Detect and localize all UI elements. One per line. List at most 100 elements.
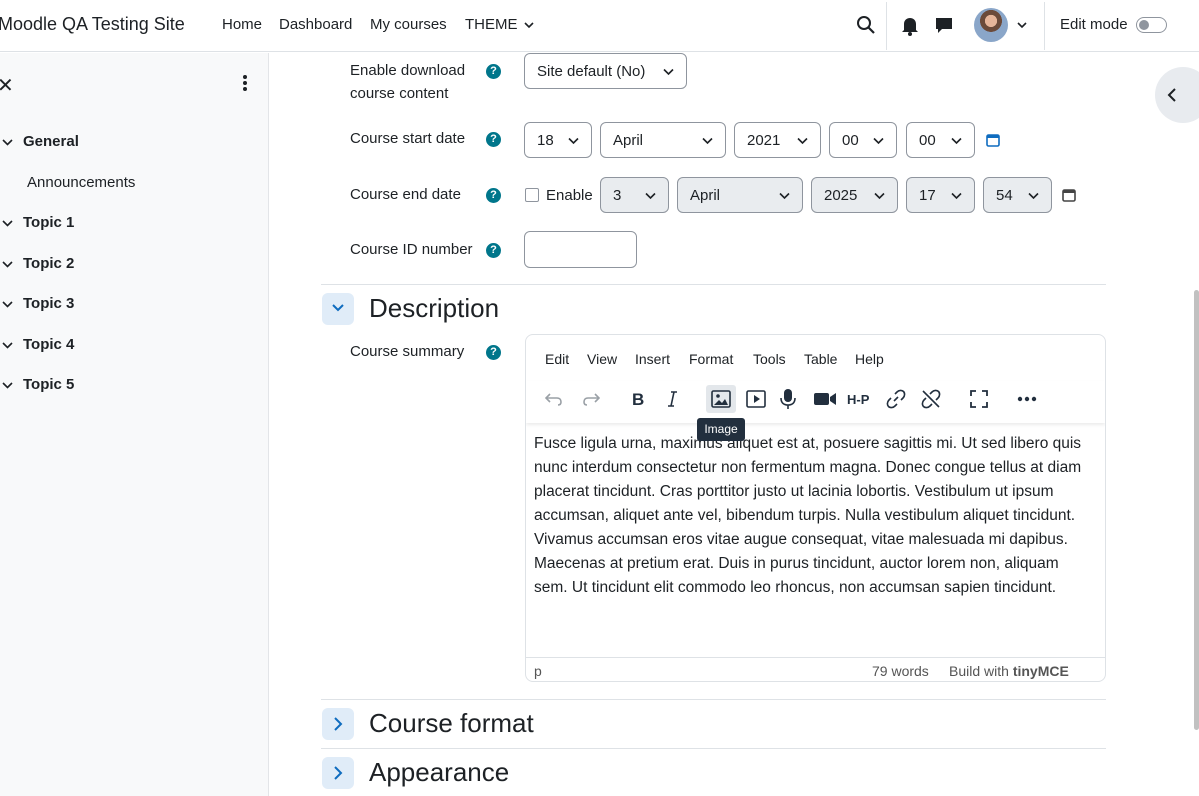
element-path[interactable]: p xyxy=(534,663,542,679)
calendar-icon[interactable] xyxy=(1062,188,1076,202)
menu-tools[interactable]: Tools xyxy=(753,351,786,367)
help-icon[interactable]: ? xyxy=(486,132,501,147)
block-drawer-toggle[interactable] xyxy=(1155,67,1199,123)
end-minute-select[interactable]: 54 xyxy=(983,177,1052,213)
top-navbar: Moodle QA Testing Site Home Dashboard My… xyxy=(0,0,1199,52)
appearance-collapse-toggle[interactable] xyxy=(322,757,354,789)
redo-icon xyxy=(583,393,600,406)
chevron-down-icon xyxy=(2,220,13,227)
edit-mode-toggle[interactable] xyxy=(1136,17,1167,33)
description-collapse-toggle[interactable] xyxy=(322,293,354,325)
end-year-select[interactable]: 2025 xyxy=(811,177,898,213)
editor-content-area[interactable]: Fusce ligula urna, maximus aliquet est a… xyxy=(534,432,1094,600)
end-date-enable-checkbox[interactable] xyxy=(525,188,539,202)
chevron-down-icon xyxy=(797,137,808,145)
section-title-description[interactable]: Description xyxy=(369,293,499,324)
edit-mode-label: Edit mode xyxy=(1060,16,1128,33)
section-divider xyxy=(321,699,1106,700)
menu-edit[interactable]: Edit xyxy=(545,351,569,367)
section-title-appearance[interactable]: Appearance xyxy=(369,757,509,788)
download-content-select[interactable]: Site default (No) xyxy=(524,53,687,89)
chevron-down-icon xyxy=(1028,192,1039,200)
chevron-down-icon xyxy=(951,137,962,145)
download-content-label: Enable download course content xyxy=(350,62,466,102)
nav-home[interactable]: Home xyxy=(222,16,262,33)
search-icon[interactable] xyxy=(855,14,877,36)
more-button[interactable] xyxy=(1012,385,1042,413)
user-avatar[interactable] xyxy=(974,8,1008,42)
image-icon xyxy=(711,390,731,408)
link-button[interactable] xyxy=(881,385,911,413)
drawer-item-announcements[interactable]: Announcements xyxy=(27,174,135,191)
nav-theme[interactable]: THEME xyxy=(465,16,534,33)
chevron-down-icon xyxy=(874,192,885,200)
undo-icon xyxy=(545,393,562,406)
chevron-down-icon xyxy=(2,261,13,268)
unlink-button[interactable] xyxy=(916,385,946,413)
media-button[interactable] xyxy=(741,385,771,413)
nav-divider xyxy=(886,2,887,50)
end-month-select[interactable]: April xyxy=(677,177,803,213)
link-icon xyxy=(886,389,906,409)
menu-help[interactable]: Help xyxy=(855,351,884,367)
italic-icon xyxy=(668,391,677,407)
video-camera-icon xyxy=(814,393,836,405)
section-divider xyxy=(321,284,1106,285)
start-hour-select[interactable]: 00 xyxy=(829,122,897,158)
tinymce-branding[interactable]: Build with tinyMCE xyxy=(949,663,1069,679)
rich-text-editor: Edit View Insert Format Tools Table Help… xyxy=(525,334,1106,682)
menu-view[interactable]: View xyxy=(587,351,617,367)
bold-icon: B xyxy=(632,391,644,407)
menu-format[interactable]: Format xyxy=(689,351,733,367)
chevron-down-icon[interactable] xyxy=(1017,21,1027,29)
italic-button[interactable] xyxy=(658,385,688,413)
menu-insert[interactable]: Insert xyxy=(635,351,670,367)
section-title-course-format[interactable]: Course format xyxy=(369,708,534,739)
chat-icon[interactable] xyxy=(933,14,955,36)
calendar-icon[interactable] xyxy=(986,133,1000,147)
chevron-down-icon xyxy=(2,382,13,389)
chevron-down-icon xyxy=(2,301,13,308)
page-scrollbar[interactable] xyxy=(1194,290,1199,730)
help-icon[interactable]: ? xyxy=(486,345,501,360)
undo-button[interactable] xyxy=(539,385,569,413)
help-icon[interactable]: ? xyxy=(486,243,501,258)
word-count[interactable]: 79 words xyxy=(872,663,929,679)
course-index-drawer: ✕ General Announcements Topic 1 Topic 2 … xyxy=(0,53,269,796)
chevron-right-icon xyxy=(334,766,343,780)
nav-my-courses[interactable]: My courses xyxy=(370,16,447,33)
course-format-collapse-toggle[interactable] xyxy=(322,708,354,740)
end-hour-select[interactable]: 17 xyxy=(906,177,975,213)
record-audio-button[interactable] xyxy=(773,385,803,413)
end-date-enable-label[interactable]: Enable xyxy=(546,187,593,204)
kebab-menu-icon[interactable] xyxy=(238,75,252,91)
course-summary-label: Course summary xyxy=(350,343,465,360)
image-button[interactable] xyxy=(706,385,736,413)
help-icon[interactable]: ? xyxy=(486,188,501,203)
svg-text:H-P: H-P xyxy=(847,392,870,406)
course-id-input[interactable] xyxy=(524,231,637,268)
chevron-down-icon xyxy=(702,137,713,145)
editor-statusbar: p 79 words Build with tinyMCE xyxy=(526,657,1105,681)
media-icon xyxy=(746,390,766,408)
h5p-button[interactable]: H-P xyxy=(845,385,875,413)
nav-dashboard[interactable]: Dashboard xyxy=(279,16,352,33)
editor-toolbar: B H-P xyxy=(526,381,1105,423)
menu-table[interactable]: Table xyxy=(804,351,837,367)
redo-button[interactable] xyxy=(576,385,606,413)
chevron-down-icon xyxy=(2,342,13,349)
start-month-select[interactable]: April xyxy=(600,122,726,158)
help-icon[interactable]: ? xyxy=(486,64,501,79)
end-day-select[interactable]: 3 xyxy=(600,177,669,213)
record-video-button[interactable] xyxy=(810,385,840,413)
start-day-select[interactable]: 18 xyxy=(524,122,592,158)
image-tooltip: Image xyxy=(697,418,745,441)
close-icon[interactable]: ✕ xyxy=(0,73,14,98)
fullscreen-button[interactable] xyxy=(964,385,994,413)
start-year-select[interactable]: 2021 xyxy=(734,122,821,158)
start-minute-select[interactable]: 00 xyxy=(906,122,975,158)
bold-button[interactable]: B xyxy=(623,385,653,413)
site-brand[interactable]: Moodle QA Testing Site xyxy=(0,14,185,35)
section-divider xyxy=(321,748,1106,749)
bell-icon[interactable] xyxy=(899,14,921,36)
